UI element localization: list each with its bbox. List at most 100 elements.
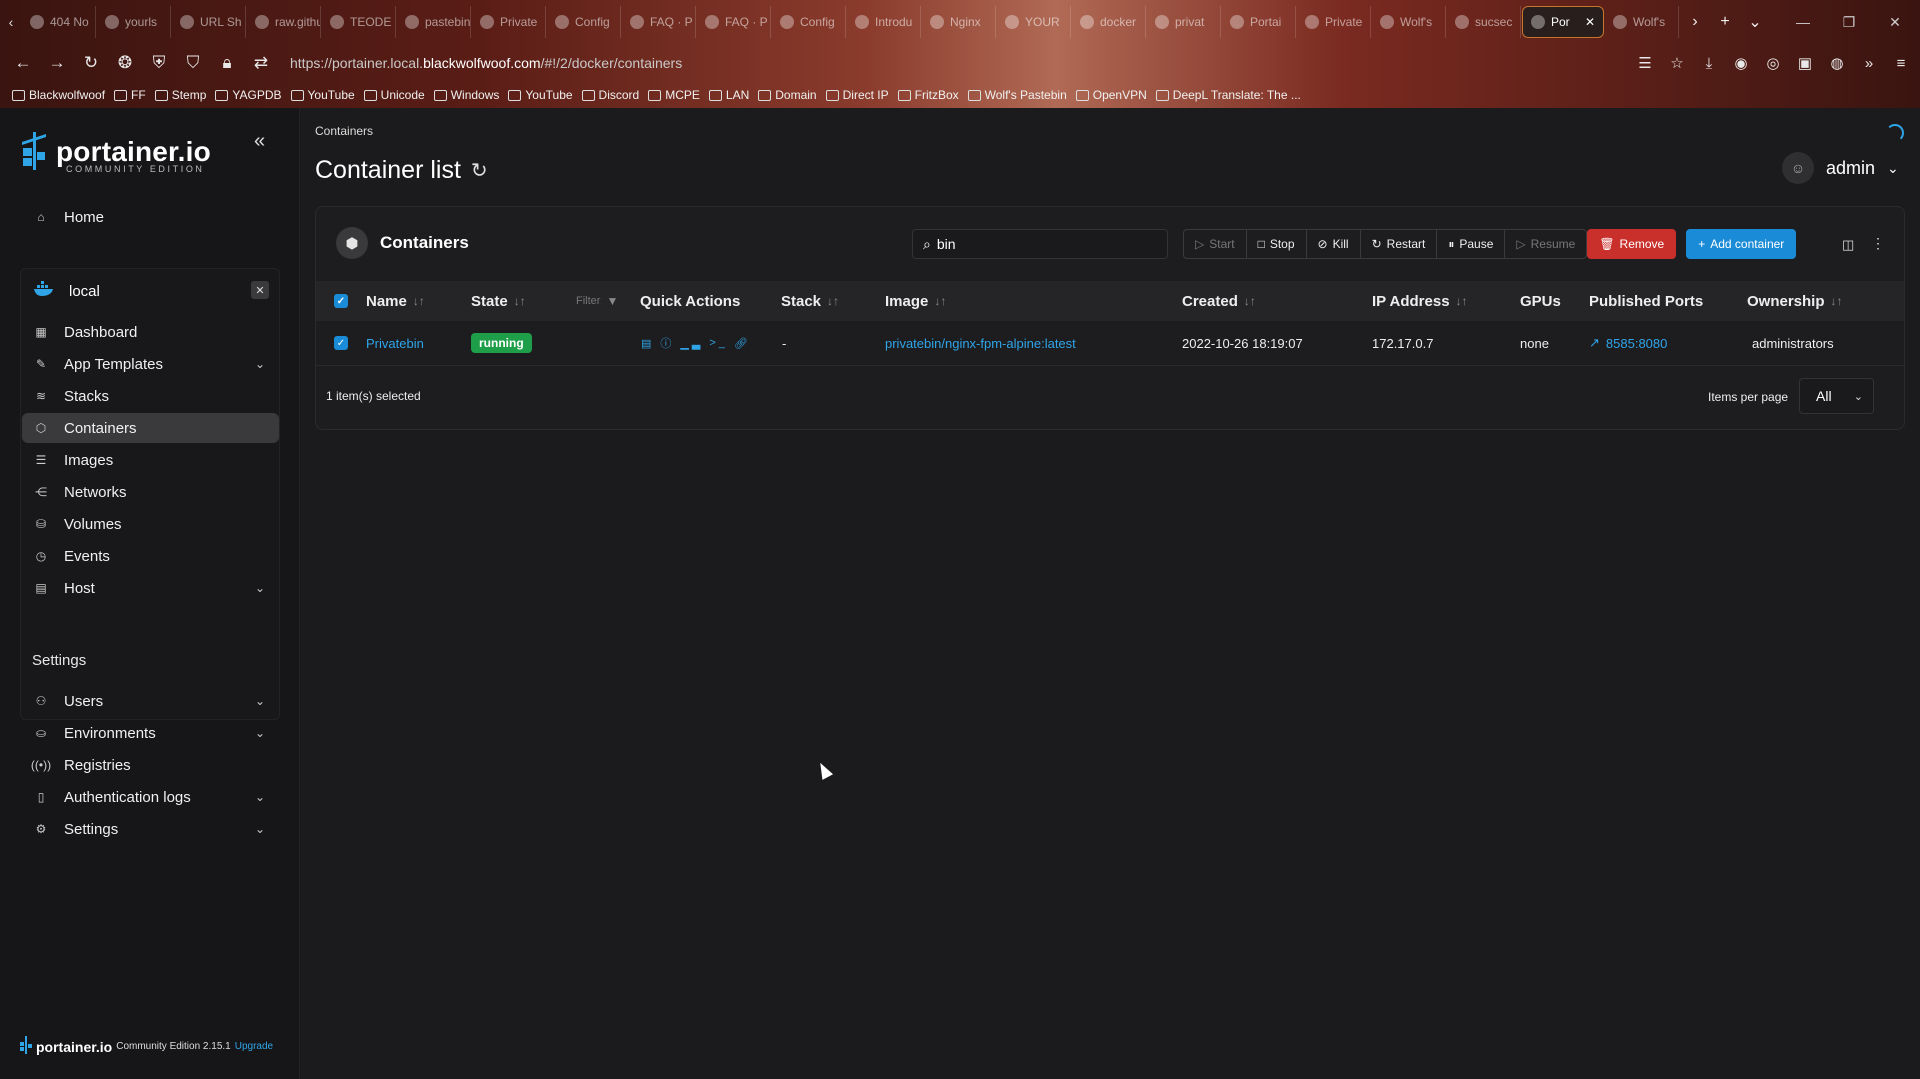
reader-icon[interactable]: ☰ <box>1634 52 1656 74</box>
logs-icon[interactable]: ▤ <box>641 337 654 350</box>
browser-tab[interactable]: FAQ · P <box>622 6 696 38</box>
columns-icon[interactable]: ◫ <box>1842 237 1854 253</box>
column-image[interactable]: Image ↓↑ <box>885 293 946 310</box>
tab-scroll-right-icon[interactable]: › <box>1680 13 1710 31</box>
bookmark-item[interactable]: YouTube <box>290 88 355 102</box>
browser-tab[interactable]: 404 No <box>22 6 96 38</box>
sidebar-item-app-templates[interactable]: ✎ App Templates ⌄ <box>22 349 279 379</box>
sidebar-item-authentication-logs[interactable]: ▯ Authentication logs ⌄ <box>22 782 279 812</box>
breadcrumb[interactable]: Containers <box>315 124 373 138</box>
browser-tab[interactable]: yourls <box>97 6 171 38</box>
stop-button[interactable]: □ Stop <box>1245 229 1307 259</box>
bookmark-item[interactable]: Windows <box>433 88 499 102</box>
add-container-button[interactable]: + Add container <box>1686 229 1797 259</box>
close-environment-icon[interactable]: ✕ <box>251 281 269 299</box>
overflow-icon[interactable]: » <box>1858 52 1880 74</box>
refresh-icon[interactable]: ↻ <box>471 158 488 183</box>
browser-tab[interactable]: Private <box>1297 6 1371 38</box>
items-per-page-select[interactable]: All ⌄ <box>1799 378 1874 414</box>
published-port-link[interactable]: ↗ 8585:8080 <box>1589 335 1667 351</box>
forward-icon[interactable]: → <box>42 48 72 78</box>
bookmark-item[interactable]: YouTube <box>508 88 573 102</box>
shield-icon[interactable]: ⛨ <box>144 48 174 78</box>
bookmark-item[interactable]: Wolf's Pastebin <box>967 88 1067 102</box>
extension-mask-icon[interactable]: ◉ <box>1730 52 1752 74</box>
back-icon[interactable]: ← <box>8 48 38 78</box>
sidebar-item-events[interactable]: ◷ Events <box>22 541 279 571</box>
browser-tab[interactable]: pastebin.b <box>397 6 471 38</box>
browser-tab[interactable]: Config <box>547 6 621 38</box>
column-name[interactable]: Name ↓↑ <box>366 293 425 310</box>
reload-icon[interactable]: ↻ <box>76 48 106 78</box>
extension-bitwarden-icon[interactable]: ▣ <box>1794 52 1816 74</box>
close-window-icon[interactable]: ✕ <box>1872 0 1918 44</box>
remove-button[interactable]: 🗑︎ Remove <box>1587 229 1677 259</box>
permissions-icon[interactable]: ⇄ <box>246 48 276 78</box>
lock-icon[interactable]: 🔒︎ <box>212 48 242 78</box>
collapse-sidebar-icon[interactable]: « <box>254 130 265 153</box>
column-ownership[interactable]: Ownership ↓↑ <box>1747 293 1843 310</box>
column-ip-address[interactable]: IP Address ↓↑ <box>1372 293 1468 310</box>
kill-button[interactable]: ⊘ Kill <box>1305 229 1361 259</box>
extension-icon[interactable]: ❂ <box>110 48 140 78</box>
sidebar-item-containers[interactable]: ⬡ Containers <box>22 413 279 443</box>
sidebar-item-users[interactable]: ⚇ Users ⌄ <box>22 686 279 716</box>
browser-tab[interactable]: raw.githu <box>247 6 321 38</box>
attach-icon[interactable]: 🔗︎ <box>734 337 751 350</box>
start-button[interactable]: ▷ Start <box>1183 229 1247 259</box>
restore-icon[interactable]: ❐ <box>1826 0 1872 44</box>
container-name-link[interactable]: Privatebin <box>366 336 424 351</box>
bookmark-item[interactable]: MCPE <box>648 88 700 102</box>
browser-tab[interactable]: Private <box>472 6 546 38</box>
browser-tab[interactable]: Nginx <box>922 6 996 38</box>
bookmark-item[interactable]: DeepL Translate: The ... <box>1155 88 1301 102</box>
bookmark-item[interactable]: Stemp <box>154 88 206 102</box>
sidebar-item-settings[interactable]: ⚙ Settings ⌄ <box>22 814 279 844</box>
user-menu[interactable]: ☺ admin ⌄ <box>1782 152 1899 184</box>
sidebar-item-environments[interactable]: ⛀ Environments ⌄ <box>22 718 279 748</box>
state-filter[interactable]: Filter ▼ <box>576 294 618 308</box>
search-input[interactable] <box>936 236 1137 252</box>
image-link[interactable]: privatebin/nginx-fpm-alpine:latest <box>885 336 1076 351</box>
bookmark-item[interactable]: Blackwolfwoof <box>12 88 105 102</box>
column-stack[interactable]: Stack ↓↑ <box>781 293 839 310</box>
bookmark-item[interactable]: YAGPDB <box>215 88 282 102</box>
browser-tab[interactable]: Portai <box>1222 6 1296 38</box>
upgrade-link[interactable]: Upgrade <box>235 1041 273 1052</box>
browser-tab[interactable]: Config <box>772 6 846 38</box>
bookmark-item[interactable]: OpenVPN <box>1075 88 1147 102</box>
sidebar-item-volumes[interactable]: ⛁ Volumes <box>22 509 279 539</box>
column-state[interactable]: State ↓↑ <box>471 293 526 310</box>
row-checkbox[interactable]: ✓ <box>334 336 348 350</box>
extension-eye-icon[interactable]: ◎ <box>1762 52 1784 74</box>
browser-tab[interactable]: privat <box>1147 6 1221 38</box>
close-tab-icon[interactable]: ✕ <box>1585 15 1595 29</box>
tab-list-icon[interactable]: ⌄ <box>1740 12 1770 32</box>
select-all-checkbox[interactable]: ✓ <box>334 294 348 308</box>
browser-tab[interactable]: docker <box>1072 6 1146 38</box>
sidebar-item-registries[interactable]: ((•)) Registries <box>22 750 279 780</box>
bookmark-item[interactable]: FritzBox <box>897 88 959 102</box>
browser-tab[interactable]: TEODE <box>322 6 396 38</box>
tab-scroll-left-icon[interactable]: ‹ <box>0 0 22 44</box>
bookmark-item[interactable]: LAN <box>708 88 749 102</box>
bookmark-item[interactable]: FF <box>114 88 146 102</box>
pause-button[interactable]: ⏸︎ Pause <box>1436 229 1506 259</box>
browser-tab[interactable]: Introdu <box>847 6 921 38</box>
browser-tab[interactable]: Por ✕ <box>1522 6 1604 38</box>
sidebar-item-dashboard[interactable]: ▦ Dashboard <box>22 317 279 347</box>
search-box[interactable]: ⌕ <box>912 229 1168 259</box>
bookmark-star-icon[interactable]: ☆ <box>1666 52 1688 74</box>
browser-tab[interactable]: FAQ · P <box>697 6 771 38</box>
stats-icon[interactable]: ▁▃ <box>680 337 703 350</box>
bookmark-item[interactable]: Discord <box>581 88 639 102</box>
sidebar-item-networks[interactable]: ⋲ Networks <box>22 477 279 507</box>
bookmark-item[interactable]: Domain <box>758 88 817 102</box>
sidebar-item-host[interactable]: ▤ Host ⌄ <box>22 573 279 603</box>
browser-tab[interactable]: sucsec <box>1447 6 1521 38</box>
sidebar-item-home[interactable]: ⌂ Home <box>22 202 279 232</box>
sidebar-item-images[interactable]: ☰ Images <box>22 445 279 475</box>
more-options-icon[interactable]: ⋮ <box>1871 235 1885 252</box>
browser-tab[interactable]: Wolf's <box>1605 6 1679 38</box>
browser-tab[interactable]: YOUR <box>997 6 1071 38</box>
